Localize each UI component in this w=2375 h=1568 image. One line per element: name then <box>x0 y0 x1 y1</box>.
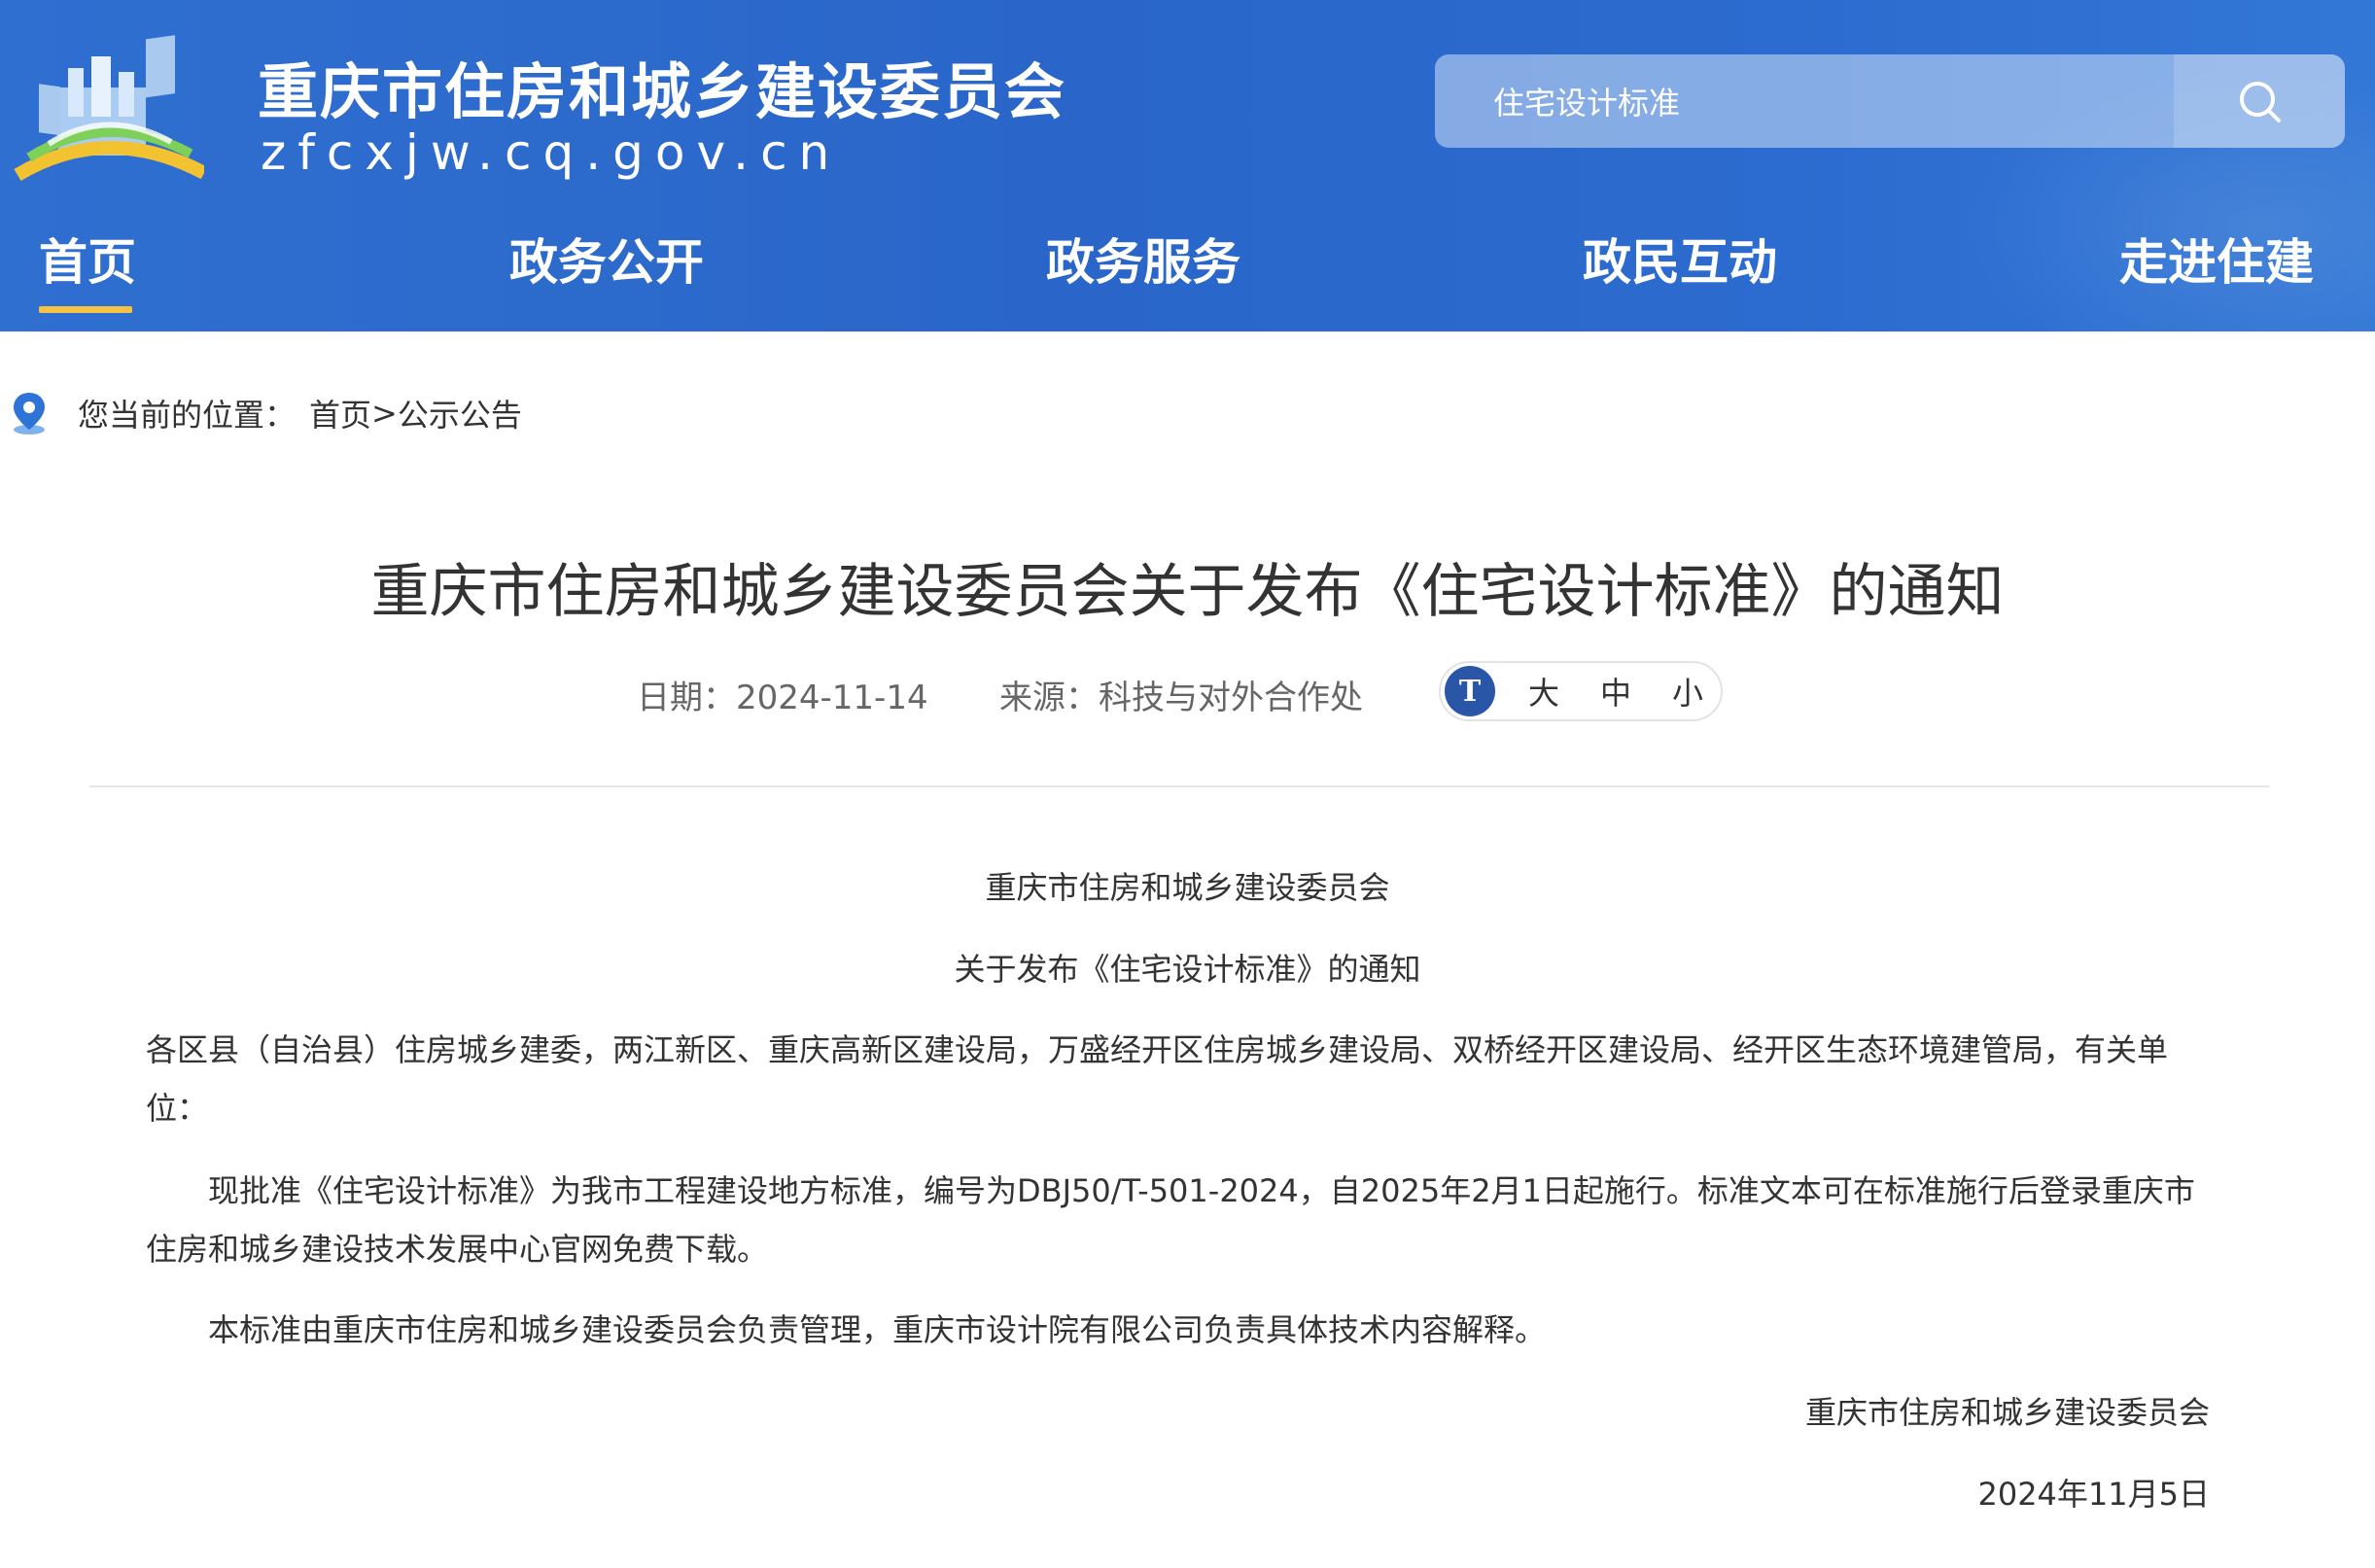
body-paragraph-1: 现批准《住宅设计标准》为我市工程建设地方标准，编号为DBJ50/T-501-20… <box>146 1172 2195 1268</box>
nav-item-government-services[interactable]: 政务服务 <box>1046 224 1240 294</box>
site-header: 重庆市住房和城乡建设委员会 zfcxjw.cq.gov.cn 首页 政务公开 政… <box>0 0 2375 331</box>
search-box <box>1435 54 2345 148</box>
font-size-icon: T <box>1445 666 1495 716</box>
article-date: 日期：2024-11-14 <box>637 679 928 717</box>
article-title: 重庆市住房和城乡建设委员会关于发布《住宅设计标准》的通知 <box>370 558 2005 626</box>
font-size-large[interactable]: 大 <box>1520 669 1567 714</box>
nav-label: 走进住建 <box>2119 234 2314 291</box>
divider <box>89 785 2269 787</box>
recipients-paragraph: 各区县（自治县）住房城乡建委，两江新区、重庆高新区建设局，万盛经开区住房城乡建设… <box>146 1031 2169 1127</box>
sign-date: 2024年11月5日 <box>1977 1476 2210 1513</box>
font-size-switcher: T 大 中 小 <box>1439 661 1723 721</box>
signature: 重庆市住房和城乡建设委员会 <box>1804 1394 2210 1431</box>
nav-label: 政务服务 <box>1046 234 1240 291</box>
nav-label: 政民互动 <box>1583 234 1777 291</box>
nav-item-government-affairs[interactable]: 政务公开 <box>509 224 704 294</box>
issuer-line: 重庆市住房和城乡建设委员会 <box>985 869 1390 906</box>
site-logo-icon[interactable] <box>10 29 204 185</box>
nav-label: 首页 <box>39 234 136 291</box>
font-size-small[interactable]: 小 <box>1664 669 1711 714</box>
site-url: zfcxjw.cq.gov.cn <box>261 124 842 181</box>
breadcrumb-prefix: 您当前的位置： <box>78 397 297 434</box>
breadcrumb-separator: > <box>371 395 398 432</box>
site-title[interactable]: 重庆市住房和城乡建设委员会 <box>258 43 1066 130</box>
main-nav: 首页 政务公开 政务服务 政民互动 走进住建 <box>0 224 2375 321</box>
article-meta: 日期：2024-11-14 来源：科技与对外合作处 T 大 中 小 <box>0 661 2375 729</box>
article-source: 来源：科技与对外合作处 <box>999 679 1363 717</box>
location-pin-icon <box>14 393 45 435</box>
font-size-medium[interactable]: 中 <box>1592 669 1639 714</box>
breadcrumb-home[interactable]: 首页 <box>309 391 371 436</box>
nav-item-interaction[interactable]: 政民互动 <box>1583 224 1777 294</box>
breadcrumb-current[interactable]: 公示公告 <box>398 391 522 436</box>
subject-line: 关于发布《住宅设计标准》的通知 <box>954 951 1421 988</box>
nav-label: 政务公开 <box>509 234 704 291</box>
nav-item-about[interactable]: 走进住建 <box>2119 224 2314 294</box>
nav-active-indicator <box>39 306 132 313</box>
search-button[interactable] <box>2174 54 2345 148</box>
nav-item-home[interactable]: 首页 <box>39 224 136 313</box>
breadcrumb: 您当前的位置： 首页 > 公示公告 <box>10 389 522 437</box>
search-input[interactable] <box>1435 54 2174 148</box>
search-icon <box>2240 82 2281 122</box>
body-paragraph-2: 本标准由重庆市住房和城乡建设委员会负责管理，重庆市设计院有限公司负责具体技术内容… <box>208 1311 1547 1348</box>
